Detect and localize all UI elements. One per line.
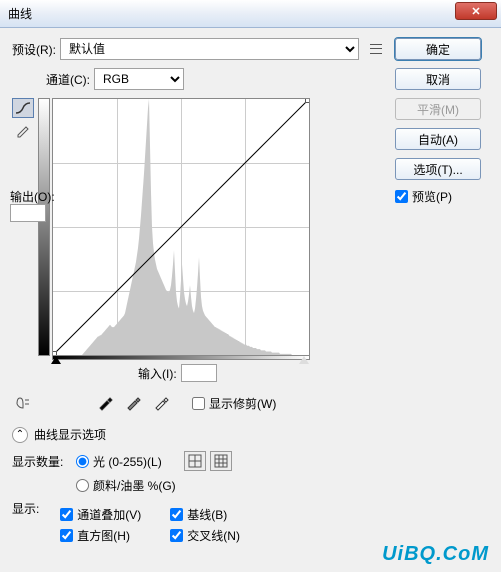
preview-label: 预览(P) xyxy=(412,188,452,205)
show-clipping-check[interactable]: 显示修剪(W) xyxy=(192,395,276,412)
curve-handle-white[interactable] xyxy=(305,98,310,103)
histogram-check[interactable]: 直方图(H) xyxy=(60,527,170,544)
output-gradient xyxy=(38,98,50,356)
smooth-button: 平滑(M) xyxy=(395,98,481,120)
white-point-slider[interactable] xyxy=(299,356,309,364)
crosshair-check[interactable]: 交叉线(N) xyxy=(170,527,280,544)
black-point-slider[interactable] xyxy=(51,356,61,364)
output-value[interactable] xyxy=(10,204,46,222)
light-radio-label: 光 (0-255)(L) xyxy=(93,453,162,470)
input-label: 输入(I): xyxy=(138,365,177,382)
preset-label: 预设(R): xyxy=(12,41,56,58)
eyedropper-icon xyxy=(97,395,113,411)
auto-button[interactable]: 自动(A) xyxy=(395,128,481,150)
light-radio-option[interactable]: 光 (0-255)(L) xyxy=(76,453,162,470)
watermark: UiBQ.CoM xyxy=(382,543,489,566)
options-button[interactable]: 选项(T)... xyxy=(395,158,481,180)
grid-size-small[interactable] xyxy=(184,451,206,471)
preset-menu-icon[interactable] xyxy=(367,40,385,58)
curve-point-tool[interactable] xyxy=(12,98,34,118)
curve-line xyxy=(53,99,309,355)
dialog-title: 曲线 xyxy=(8,5,32,22)
cancel-button[interactable]: 取消 xyxy=(395,68,481,90)
grid-large-icon xyxy=(214,454,228,468)
preview-check[interactable]: 预览(P) xyxy=(395,188,491,205)
curve-canvas[interactable] xyxy=(52,98,310,356)
show-clipping-checkbox[interactable] xyxy=(192,397,205,410)
on-image-adjust-tool[interactable] xyxy=(12,392,34,414)
hand-icon xyxy=(13,394,33,412)
ok-button[interactable]: 确定 xyxy=(395,38,481,60)
close-button[interactable]: ✕ xyxy=(455,2,497,20)
eyedropper-icon xyxy=(153,395,169,411)
pigment-radio-label: 颜料/油墨 %(G) xyxy=(93,477,176,494)
display-options-title: 曲线显示选项 xyxy=(34,426,106,443)
black-eyedropper[interactable] xyxy=(94,392,116,414)
preset-select[interactable]: 默认值 xyxy=(60,38,359,60)
white-eyedropper[interactable] xyxy=(150,392,172,414)
channel-label: 通道(C): xyxy=(46,71,90,88)
eyedropper-icon xyxy=(125,395,141,411)
pigment-radio-option[interactable]: 颜料/油墨 %(G) xyxy=(76,477,176,494)
channel-select[interactable]: RGB xyxy=(94,68,184,90)
curve-icon xyxy=(15,101,31,115)
pencil-icon xyxy=(15,122,31,138)
curve-pencil-tool[interactable] xyxy=(12,120,34,140)
amount-label: 显示数量: xyxy=(12,453,72,470)
pigment-radio[interactable] xyxy=(76,479,89,492)
show-label: 显示: xyxy=(12,500,56,548)
display-options-toggle[interactable]: ⌃ xyxy=(12,427,28,443)
baseline-check[interactable]: 基线(B) xyxy=(170,506,280,523)
preview-checkbox[interactable] xyxy=(395,190,408,203)
grid-small-icon xyxy=(188,454,202,468)
light-radio[interactable] xyxy=(76,455,89,468)
channel-overlay-check[interactable]: 通道叠加(V) xyxy=(60,506,170,523)
gray-eyedropper[interactable] xyxy=(122,392,144,414)
grid-size-large[interactable] xyxy=(210,451,232,471)
input-value[interactable] xyxy=(181,364,217,382)
output-label: 输出(O): xyxy=(10,188,55,205)
show-clipping-label: 显示修剪(W) xyxy=(209,395,276,412)
